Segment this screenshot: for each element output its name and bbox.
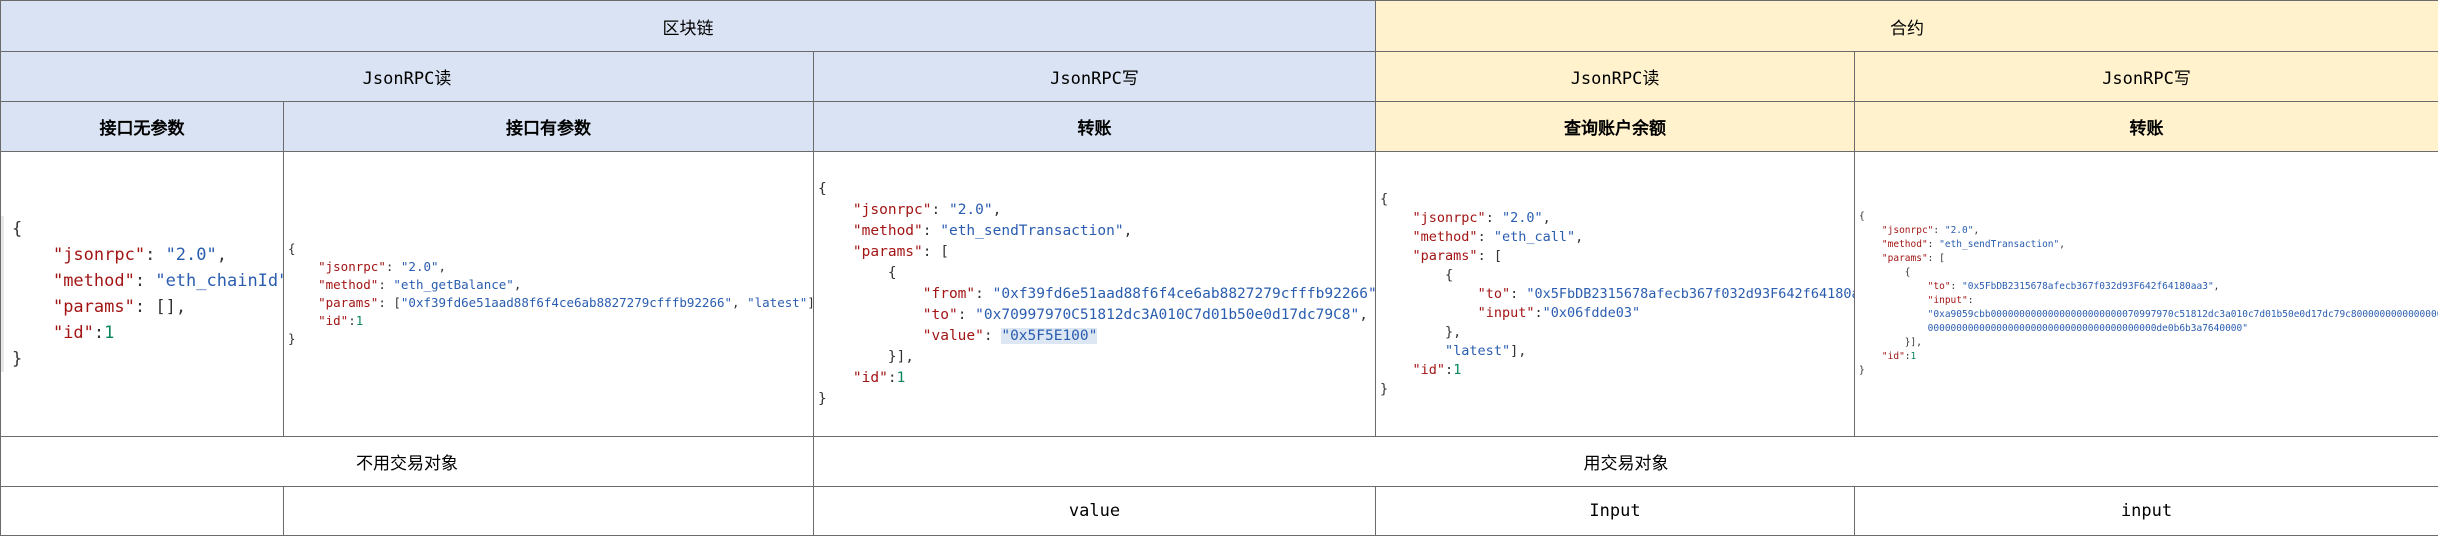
header-row-2: JsonRPC读 JsonRPC写 JsonRPC读 JsonRPC写 bbox=[0, 51, 2438, 102]
send-tx-code-block: { "jsonrpc": "2.0", "method": "eth_sendT… bbox=[818, 180, 1376, 407]
empty-field-cell-1 bbox=[0, 486, 284, 536]
contract-transfer-header: 转账 bbox=[1854, 101, 2438, 152]
no-params-header: 接口无参数 bbox=[0, 101, 284, 152]
chain-id-code-cell: { "jsonrpc": "2.0", "method": "eth_chain… bbox=[0, 151, 284, 437]
value-field-label: value bbox=[812, 486, 1377, 536]
eth-call-code-cell: { "jsonrpc": "2.0", "method": "eth_call"… bbox=[1375, 151, 1856, 437]
input-field-label-upper: Input bbox=[1375, 486, 1856, 536]
field-row: value Input input bbox=[0, 486, 2438, 536]
send-tx-code-cell: { "jsonrpc": "2.0", "method": "eth_sendT… bbox=[812, 151, 1377, 437]
chain-id-code-block: { "jsonrpc": "2.0", "method": "eth_chain… bbox=[1, 216, 283, 372]
empty-field-cell-2 bbox=[283, 486, 814, 536]
contract-header: 合约 bbox=[1375, 0, 2438, 52]
tx-object-label: 用交易对象 bbox=[812, 436, 2438, 487]
query-balance-header: 查询账户余额 bbox=[1375, 101, 1856, 152]
blockchain-header: 区块链 bbox=[0, 0, 1377, 52]
no-tx-object-label: 不用交易对象 bbox=[0, 436, 814, 487]
contract-tx-code-cell: { "jsonrpc": "2.0", "method": "eth_sendT… bbox=[1854, 151, 2438, 437]
comparison-table: 区块链 合约 JsonRPC读 JsonRPC写 JsonRPC读 JsonRP… bbox=[0, 0, 2438, 536]
tx-object-row: 不用交易对象 用交易对象 bbox=[0, 436, 2438, 487]
contract-tx-code-block: { "jsonrpc": "2.0", "method": "eth_sendT… bbox=[1859, 211, 2438, 376]
header-row-1: 区块链 合约 bbox=[0, 0, 2438, 52]
jsonrpc-write-header: JsonRPC写 bbox=[812, 51, 1377, 102]
jsonrpc-read-header: JsonRPC读 bbox=[0, 51, 814, 102]
get-balance-code-block: { "jsonrpc": "2.0", "method": "eth_getBa… bbox=[288, 241, 813, 346]
get-balance-code-cell: { "jsonrpc": "2.0", "method": "eth_getBa… bbox=[283, 151, 814, 437]
contract-read-header: JsonRPC读 bbox=[1375, 51, 1856, 102]
eth-call-code-block: { "jsonrpc": "2.0", "method": "eth_call"… bbox=[1380, 190, 1855, 397]
transfer-header: 转账 bbox=[812, 101, 1377, 152]
with-params-header: 接口有参数 bbox=[283, 101, 814, 152]
input-field-label-lower: input bbox=[1854, 486, 2438, 536]
contract-write-header: JsonRPC写 bbox=[1854, 51, 2438, 102]
code-row: { "jsonrpc": "2.0", "method": "eth_chain… bbox=[0, 151, 2438, 437]
header-row-3: 接口无参数 接口有参数 转账 查询账户余额 转账 bbox=[0, 101, 2438, 152]
